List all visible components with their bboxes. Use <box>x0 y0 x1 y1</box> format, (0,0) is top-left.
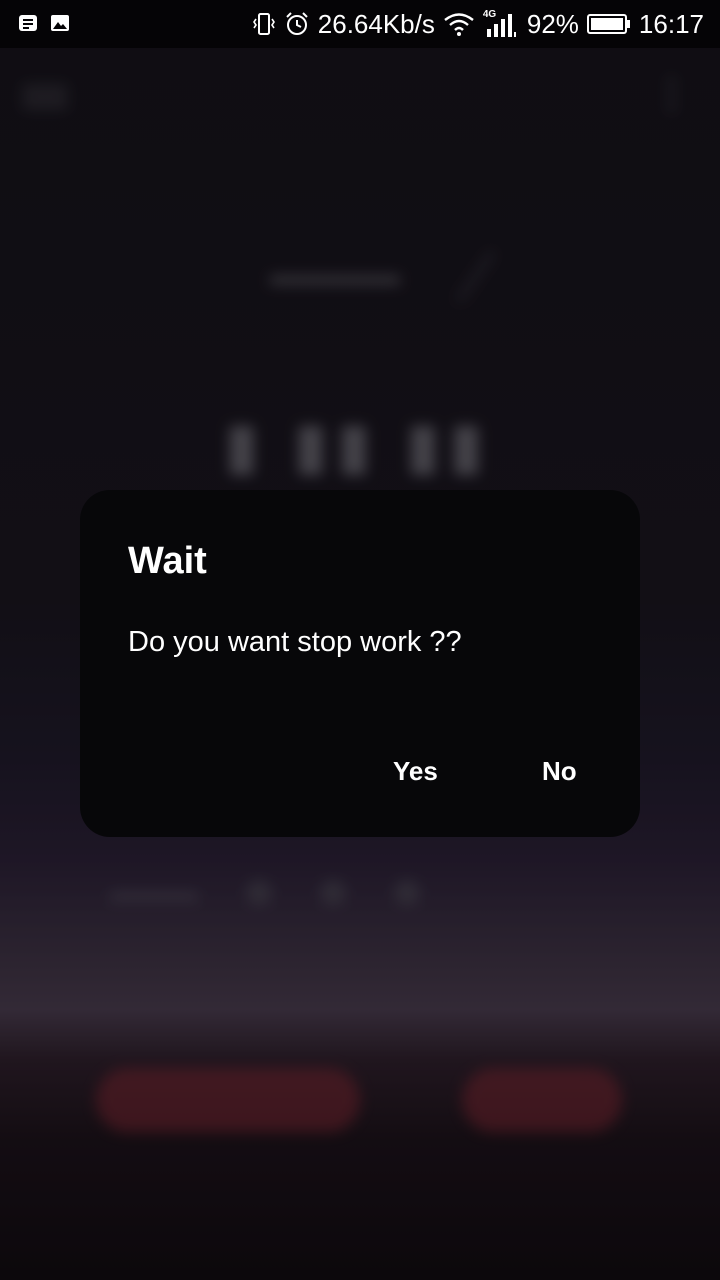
network-speed: 26.64Kb/s <box>317 8 435 39</box>
screen: ▬▬▬▬▬ ▮ ▮▮ ▮▮ ▬▬▬▬ 26.64Kb/s 4G 92% 16:1… <box>0 0 720 1280</box>
alarm-icon <box>286 12 308 35</box>
image-icon <box>51 15 69 31</box>
signal-icon: 4G <box>483 9 519 39</box>
dialog-message: Do you want stop work ?? <box>128 626 462 658</box>
dialog-title: Wait <box>128 540 207 582</box>
status-bar: 26.64Kb/s 4G 92% 16:17 <box>0 0 720 48</box>
notes-icon <box>19 15 37 31</box>
battery-percent: 92% <box>526 8 579 39</box>
no-button[interactable]: No <box>542 756 577 787</box>
confirm-dialog: Wait Do you want stop work ?? Yes No <box>80 490 640 837</box>
wifi-icon <box>444 13 474 36</box>
battery-icon <box>586 14 630 34</box>
vibrate-icon <box>252 13 275 35</box>
clock: 16:17 <box>638 8 704 39</box>
yes-button[interactable]: Yes <box>393 756 438 787</box>
